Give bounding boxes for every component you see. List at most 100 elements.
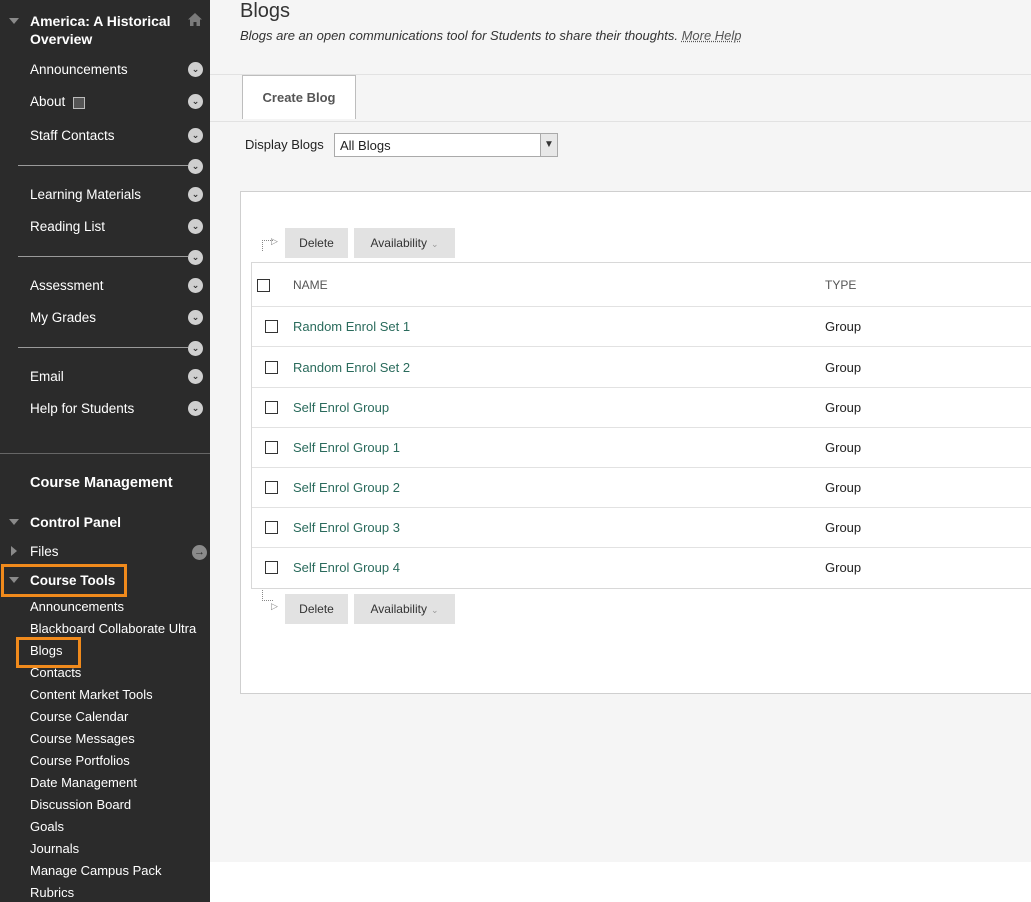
table-row: Self Enrol Group 1 Group <box>252 427 1031 467</box>
delete-button-bottom[interactable]: Delete <box>285 594 348 624</box>
tool-blackboard-collaborate-ultra[interactable]: Blackboard Collaborate Ultra <box>30 621 196 636</box>
page-description: Blogs are an open communications tool fo… <box>240 28 742 43</box>
caret-right-icon[interactable] <box>11 546 17 556</box>
tool-manage-campus-pack[interactable]: Manage Campus Pack <box>30 863 162 878</box>
menu-item-about[interactable]: About <box>30 94 65 109</box>
page-title: Blogs <box>240 0 290 23</box>
blogs-table: NAME TYPE Random Enrol Set 1 Group Rando… <box>251 262 1031 589</box>
tool-date-management[interactable]: Date Management <box>30 775 137 790</box>
menu-item-staff-contacts[interactable]: Staff Contacts <box>30 128 115 143</box>
menu-item-about-label: About <box>30 94 65 109</box>
blog-type: Group <box>825 480 861 495</box>
divider <box>18 165 188 166</box>
control-panel-heading[interactable]: Control Panel <box>30 514 121 530</box>
tool-rubrics[interactable]: Rubrics <box>30 885 74 900</box>
chevron-down-icon[interactable]: ⌄ <box>188 369 203 384</box>
table-row: Self Enrol Group 4 Group <box>252 547 1031 587</box>
blog-type: Group <box>825 400 861 415</box>
calendar-icon <box>73 97 85 109</box>
select-all-checkbox[interactable] <box>257 279 270 292</box>
column-header-name[interactable]: NAME <box>293 278 328 292</box>
course-menu-sidebar: America: A Historical Overview Announcem… <box>0 0 210 902</box>
collapse-caret-icon[interactable] <box>9 18 19 24</box>
row-checkbox[interactable] <box>265 481 278 494</box>
availability-button-bottom[interactable]: Availability ⌄ <box>354 594 455 624</box>
availability-button-top[interactable]: Availability ⌄ <box>354 228 455 258</box>
menu-item-assessment[interactable]: Assessment <box>30 278 104 293</box>
chevron-down-icon[interactable]: ⌄ <box>188 128 203 143</box>
section-divider <box>0 453 210 454</box>
chevron-down-icon[interactable]: ⌄ <box>188 94 203 109</box>
tool-discussion-board[interactable]: Discussion Board <box>30 797 131 812</box>
home-icon[interactable] <box>188 13 202 26</box>
tool-contacts[interactable]: Contacts <box>30 665 81 680</box>
course-title[interactable]: America: A Historical Overview <box>30 12 180 48</box>
tool-journals[interactable]: Journals <box>30 841 79 856</box>
divider <box>18 256 188 257</box>
blog-type: Group <box>825 560 861 575</box>
chevron-down-icon[interactable]: ⌄ <box>188 401 203 416</box>
caret-down-icon[interactable] <box>9 519 19 525</box>
table-row: Self Enrol Group Group <box>252 387 1031 427</box>
tool-announcements[interactable]: Announcements <box>30 599 124 614</box>
row-checkbox[interactable] <box>265 361 278 374</box>
files-link[interactable]: Files <box>30 544 59 559</box>
row-checkbox[interactable] <box>265 320 278 333</box>
caret-down-icon[interactable] <box>9 577 19 583</box>
blog-type: Group <box>825 520 861 535</box>
blog-type: Group <box>825 440 861 455</box>
blog-link[interactable]: Self Enrol Group <box>293 400 389 415</box>
arrow-right-icon[interactable]: → <box>192 545 207 560</box>
chevron-down-icon[interactable]: ⌄ <box>188 278 203 293</box>
chevron-down-icon[interactable]: ⌄ <box>188 219 203 234</box>
blog-link[interactable]: Random Enrol Set 2 <box>293 360 410 375</box>
create-blog-button[interactable]: Create Blog <box>242 75 356 119</box>
table-row: Random Enrol Set 2 Group <box>252 347 1031 387</box>
tool-course-calendar[interactable]: Course Calendar <box>30 709 128 724</box>
connector-line <box>262 590 273 601</box>
availability-label: Availability <box>370 236 426 250</box>
chevron-down-icon[interactable]: ⌄ <box>188 250 203 265</box>
menu-item-learning-materials[interactable]: Learning Materials <box>30 187 141 202</box>
menu-item-announcements[interactable]: Announcements <box>30 62 128 77</box>
row-checkbox[interactable] <box>265 441 278 454</box>
connector-arrow-icon: ▷ <box>271 236 278 247</box>
course-management-heading: Course Management <box>30 475 173 491</box>
display-blogs-value: All Blogs <box>340 138 391 153</box>
blog-link[interactable]: Self Enrol Group 3 <box>293 520 400 535</box>
delete-button-top[interactable]: Delete <box>285 228 348 258</box>
tool-course-messages[interactable]: Course Messages <box>30 731 135 746</box>
menu-item-help-for-students[interactable]: Help for Students <box>30 401 134 416</box>
blog-type: Group <box>825 319 861 334</box>
chevron-down-icon[interactable]: ⌄ <box>188 341 203 356</box>
tool-course-portfolios[interactable]: Course Portfolios <box>30 753 130 768</box>
blog-link[interactable]: Self Enrol Group 4 <box>293 560 400 575</box>
blog-link[interactable]: Random Enrol Set 1 <box>293 319 410 334</box>
chevron-down-icon[interactable]: ⌄ <box>188 159 203 174</box>
menu-item-email[interactable]: Email <box>30 369 64 384</box>
blog-link[interactable]: Self Enrol Group 1 <box>293 440 400 455</box>
tool-blogs[interactable]: Blogs <box>30 643 63 658</box>
table-row: Random Enrol Set 1 Group <box>252 306 1031 346</box>
chevron-down-icon: ⌄ <box>431 239 439 249</box>
menu-item-reading-list[interactable]: Reading List <box>30 219 105 234</box>
course-tools-heading[interactable]: Course Tools <box>30 573 115 588</box>
blog-link[interactable]: Self Enrol Group 2 <box>293 480 400 495</box>
table-row: Self Enrol Group 2 Group <box>252 467 1031 507</box>
chevron-down-icon: ⌄ <box>431 605 439 615</box>
tool-content-market-tools[interactable]: Content Market Tools <box>30 687 153 702</box>
chevron-down-icon[interactable]: ⌄ <box>188 187 203 202</box>
select-arrow-icon[interactable]: ▼ <box>540 134 557 156</box>
connector-arrow-icon: ▷ <box>271 601 278 612</box>
chevron-down-icon[interactable]: ⌄ <box>188 310 203 325</box>
row-checkbox[interactable] <box>265 561 278 574</box>
row-checkbox[interactable] <box>265 521 278 534</box>
display-blogs-select[interactable]: All Blogs ▼ <box>334 133 558 157</box>
tool-goals[interactable]: Goals <box>30 819 64 834</box>
more-help-link[interactable]: More Help <box>682 28 742 43</box>
row-checkbox[interactable] <box>265 401 278 414</box>
column-header-type[interactable]: TYPE <box>825 278 856 292</box>
blog-type: Group <box>825 360 861 375</box>
chevron-down-icon[interactable]: ⌄ <box>188 62 203 77</box>
menu-item-my-grades[interactable]: My Grades <box>30 310 96 325</box>
